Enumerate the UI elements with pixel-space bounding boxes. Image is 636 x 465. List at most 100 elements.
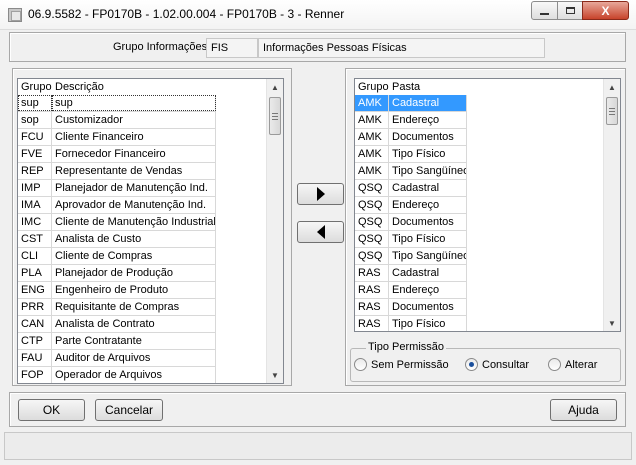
table-row[interactable]: sop Customizador	[18, 112, 216, 129]
radio-sem-permissao[interactable]: Sem Permissão	[354, 358, 449, 371]
ok-button[interactable]: OK	[18, 399, 85, 421]
folders-grid-rows: AMK Cadastral AMK Endereço AMK Documentos AMK T…	[355, 95, 467, 331]
cell-descricao: Operador de Arquivos	[52, 367, 216, 383]
cell-grupo: sop	[18, 112, 52, 128]
table-row[interactable]: PLA Planejador de Produção	[18, 265, 216, 282]
table-row[interactable]: PRR Requisitante de Compras	[18, 299, 216, 316]
table-row[interactable]: QSQ Endereço	[355, 197, 467, 214]
table-row[interactable]: FVE Fornecedor Financeiro	[18, 146, 216, 163]
scroll-thumb[interactable]	[269, 97, 281, 135]
table-row[interactable]: FAU Auditor de Arquivos	[18, 350, 216, 367]
remove-permission-button[interactable]	[297, 221, 344, 243]
scroll-down-icon[interactable]: ▼	[604, 315, 620, 331]
table-row[interactable]: AMK Endereço	[355, 112, 467, 129]
table-row[interactable]: RAS Tipo Físico	[355, 316, 467, 331]
cell-descricao: Requisitante de Compras	[52, 299, 216, 315]
cell-pasta: Documentos	[389, 214, 467, 230]
table-row[interactable]: AMK Documentos	[355, 129, 467, 146]
cancel-button[interactable]: Cancelar	[95, 399, 163, 421]
table-row[interactable]: FCU Cliente Financeiro	[18, 129, 216, 146]
group-description-field: Informações Pessoas Físicas	[258, 38, 545, 58]
cell-grupo: AMK	[355, 146, 389, 162]
table-row[interactable]: CST Analista de Custo	[18, 231, 216, 248]
table-row[interactable]: CTP Parte Contratante	[18, 333, 216, 350]
cell-pasta: Cadastral	[389, 180, 467, 196]
window-title: 06.9.5582 - FP0170B - 1.02.00.004 - FP01…	[28, 7, 345, 21]
column-header-grupo[interactable]: Grupo	[18, 79, 52, 95]
maximize-button[interactable]	[557, 1, 583, 20]
main-window: 06.9.5582 - FP0170B - 1.02.00.004 - FP01…	[0, 0, 636, 465]
cell-grupo: QSQ	[355, 197, 389, 213]
table-row[interactable]: RAS Documentos	[355, 299, 467, 316]
cell-descricao: Analista de Custo	[52, 231, 216, 247]
groups-grid[interactable]: Grupo Descrição sup sup sop Customizador FCU…	[17, 78, 284, 384]
cell-grupo: CLI	[18, 248, 52, 264]
table-row[interactable]: CLI Cliente de Compras	[18, 248, 216, 265]
folders-grid[interactable]: Grupo Pasta AMK Cadastral AMK Endereço AMK Do…	[354, 78, 621, 332]
cell-pasta: Endereço	[389, 112, 467, 128]
cell-descricao: Fornecedor Financeiro	[52, 146, 216, 162]
table-row[interactable]: ENG Engenheiro de Produto	[18, 282, 216, 299]
cell-descricao: Customizador	[52, 112, 216, 128]
cell-grupo: AMK	[355, 95, 389, 111]
cell-grupo: QSQ	[355, 231, 389, 247]
radio-alterar[interactable]: Alterar	[548, 358, 597, 371]
cell-descricao: Auditor de Arquivos	[52, 350, 216, 366]
cell-grupo: FVE	[18, 146, 52, 162]
cell-grupo: CST	[18, 231, 52, 247]
table-row[interactable]: RAS Cadastral	[355, 265, 467, 282]
minimize-button[interactable]	[531, 1, 558, 20]
radio-label: Sem Permissão	[371, 358, 449, 371]
cell-grupo: AMK	[355, 163, 389, 179]
cell-grupo: sup	[18, 95, 52, 111]
table-row[interactable]: sup sup	[18, 95, 216, 112]
scroll-up-icon[interactable]: ▲	[267, 79, 283, 95]
radio-label: Alterar	[565, 358, 598, 371]
permission-type-legend: Tipo Permissão	[366, 341, 447, 353]
minimize-icon	[540, 12, 549, 15]
scroll-down-icon[interactable]: ▼	[267, 367, 283, 383]
cell-pasta: Cadastral	[389, 265, 467, 281]
cell-grupo: RAS	[355, 299, 389, 315]
table-row[interactable]: FOP Operador de Arquivos	[18, 367, 216, 383]
cell-descricao: Engenheiro de Produto	[52, 282, 216, 298]
table-row[interactable]: QSQ Cadastral	[355, 180, 467, 197]
cell-grupo: REP	[18, 163, 52, 179]
table-row[interactable]: AMK Tipo Físico	[355, 146, 467, 163]
groups-scrollbar[interactable]: ▲ ▼	[266, 79, 283, 383]
cell-descricao: Cliente de Compras	[52, 248, 216, 264]
radio-consultar[interactable]: Consultar	[465, 358, 529, 371]
radio-button[interactable]	[354, 358, 367, 371]
table-row[interactable]: AMK Cadastral	[355, 95, 467, 112]
table-row[interactable]: CAN Analista de Contrato	[18, 316, 216, 333]
folders-scrollbar[interactable]: ▲ ▼	[603, 79, 620, 331]
table-row[interactable]: IMC Cliente de Manutenção Industrial	[18, 214, 216, 231]
close-button[interactable]: X	[582, 1, 629, 20]
column-header-grupo[interactable]: Grupo	[355, 79, 389, 95]
table-row[interactable]: IMP Planejador de Manutenção Ind.	[18, 180, 216, 197]
table-row[interactable]: QSQ Tipo Físico	[355, 231, 467, 248]
cell-grupo: RAS	[355, 265, 389, 281]
triangle-left-icon	[316, 225, 325, 239]
scroll-thumb[interactable]	[606, 97, 618, 125]
add-permission-button[interactable]	[297, 183, 344, 205]
table-row[interactable]: QSQ Documentos	[355, 214, 467, 231]
radio-button[interactable]	[465, 358, 478, 371]
table-row[interactable]: REP Representante de Vendas	[18, 163, 216, 180]
app-icon	[8, 8, 22, 22]
radio-button[interactable]	[548, 358, 561, 371]
cell-grupo: QSQ	[355, 180, 389, 196]
table-row[interactable]: IMA Aprovador de Manutenção Ind.	[18, 197, 216, 214]
column-header-descricao[interactable]: Descrição	[52, 79, 216, 95]
scroll-up-icon[interactable]: ▲	[604, 79, 620, 95]
cell-pasta: Tipo Físico	[389, 146, 467, 162]
help-button[interactable]: Ajuda	[550, 399, 617, 421]
cell-pasta: Tipo Físico	[389, 316, 467, 331]
table-row[interactable]: RAS Endereço	[355, 282, 467, 299]
cell-grupo: IMC	[18, 214, 52, 230]
table-row[interactable]: QSQ Tipo Sangüíneo	[355, 248, 467, 265]
table-row[interactable]: AMK Tipo Sangüíneo	[355, 163, 467, 180]
cell-grupo: PRR	[18, 299, 52, 315]
column-header-pasta[interactable]: Pasta	[389, 79, 467, 95]
cell-descricao: Planejador de Produção	[52, 265, 216, 281]
